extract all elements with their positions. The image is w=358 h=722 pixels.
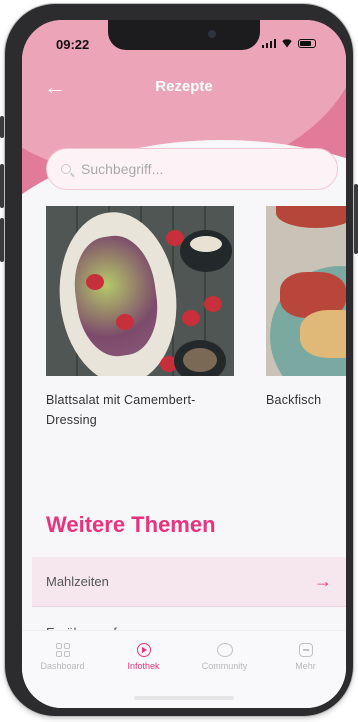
tab-dashboard[interactable]: Dashboard <box>28 643 98 708</box>
recipe-title: Blattsalat mit Camembert- Dressing <box>46 393 196 427</box>
grid-icon <box>55 643 70 657</box>
app-screen: 09:22 ← Rezepte Suchbegriff... Blattsala… <box>22 20 346 708</box>
arrow-right-icon: → <box>314 571 332 591</box>
phone-frame: 09:22 ← Rezepte Suchbegriff... Blattsala… <box>0 4 358 716</box>
signal-icon <box>261 38 276 48</box>
recipe-card[interactable]: Backfisch <box>266 206 346 410</box>
more-icon <box>298 643 313 657</box>
chat-bubble-icon <box>216 643 233 657</box>
topic-label: Mahlzeiten <box>46 574 109 589</box>
topic-item-mahlzeiten[interactable]: Mahlzeiten → <box>32 557 346 607</box>
recipe-image-blattsalat <box>46 206 234 376</box>
recipe-image-backfisch <box>266 206 346 376</box>
search-icon <box>61 164 71 174</box>
search-bar[interactable] <box>46 148 338 190</box>
tab-mehr[interactable]: Mehr <box>271 643 341 708</box>
page-title: Rezepte <box>155 78 213 95</box>
mute-switch <box>0 116 4 138</box>
section-title: Weitere Themen <box>46 512 216 537</box>
recipe-carousel[interactable]: Blattsalat mit Camembert- Dressing Backf… <box>46 206 346 476</box>
recipe-title: Backfisch <box>266 393 322 407</box>
status-icons <box>261 38 316 48</box>
battery-icon <box>298 38 316 48</box>
notch <box>108 20 260 50</box>
status-time: 09:22 <box>56 37 90 52</box>
wifi-icon <box>281 39 293 48</box>
play-circle-icon <box>136 643 151 657</box>
home-indicator <box>134 696 234 700</box>
volume-up-button <box>0 164 4 208</box>
search-input[interactable] <box>81 161 301 177</box>
volume-down-button <box>0 218 4 262</box>
power-button <box>354 184 358 254</box>
recipe-card[interactable]: Blattsalat mit Camembert- Dressing <box>46 206 234 430</box>
